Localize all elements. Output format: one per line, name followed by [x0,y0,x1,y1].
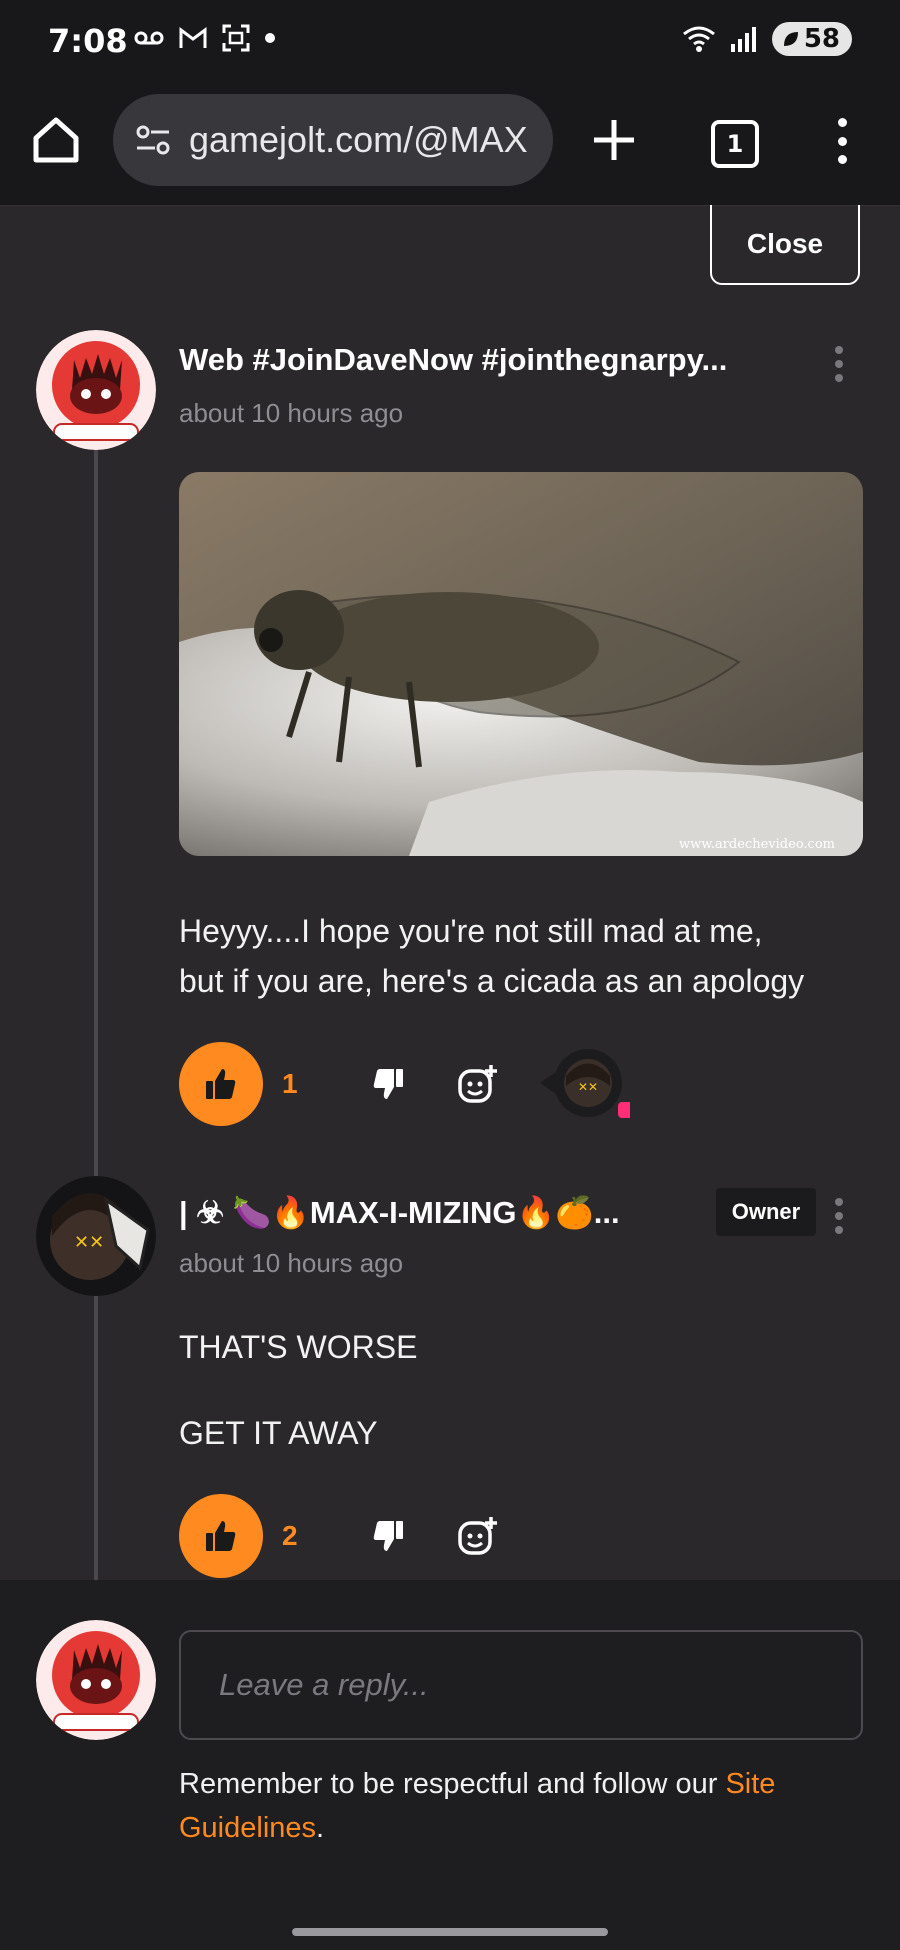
comment-timestamp[interactable]: about 10 hours ago [179,398,403,429]
image-watermark: www.ardechevideo.com [679,837,835,852]
reply-composer: Remember to be respectful and follow our… [0,1580,900,1950]
dislike-button[interactable] [366,1062,410,1106]
avatar[interactable]: ✕✕ [36,1176,156,1296]
voicemail-icon [134,31,164,45]
screenshot-icon [222,24,250,52]
reply-participant-avatar[interactable]: ✕✕ [540,1046,636,1120]
comment-options-icon[interactable] [832,1198,846,1234]
owner-mini-avatar-icon: ✕✕ [540,1049,636,1118]
browser-toolbar: gamejolt.com/@MAX 1 [0,90,900,206]
home-indicator[interactable] [292,1928,608,1936]
dislike-button[interactable] [366,1514,410,1558]
cicada-photo: www.ardechevideo.com [179,472,863,856]
owner-avatar-icon: ✕✕ [36,1176,156,1296]
comment-options-icon[interactable] [832,346,846,382]
like-count[interactable]: 1 [282,1068,298,1100]
battery-indicator: 58 [771,22,852,56]
reply-input[interactable] [179,1630,863,1740]
comment-timestamp[interactable]: about 10 hours ago [179,1248,403,1279]
demon-avatar-icon [36,330,156,450]
comment-author[interactable]: | ☣ 🍆🔥MAX-I-MIZING🔥🍊... [179,1194,699,1231]
tab-switcher-button[interactable]: 1 [711,120,759,168]
notification-icons [134,24,276,52]
tab-count: 1 [726,130,744,158]
dot-icon [265,33,275,43]
guidelines-text: Remember to be respectful and follow our [179,1768,726,1800]
status-time: 7:08 [48,22,128,60]
like-button[interactable] [179,1494,263,1578]
signal-icon [730,27,756,52]
comment-author[interactable]: Web #JoinDaveNow #jointhegnarpy... [179,342,799,378]
add-reaction-button[interactable] [456,1062,500,1106]
demon-avatar-icon [36,1620,156,1740]
add-reaction-button[interactable] [456,1514,500,1558]
status-bar: 7:08 58 [0,0,900,90]
current-user-avatar[interactable] [36,1620,156,1740]
like-button[interactable] [179,1042,263,1126]
address-bar[interactable]: gamejolt.com/@MAX [113,94,553,186]
thumbs-up-icon [206,1069,236,1099]
owner-badge: Owner [716,1188,816,1236]
browser-menu-icon[interactable] [830,118,854,164]
svg-text:✕✕: ✕✕ [74,1232,104,1253]
avatar[interactable] [36,330,156,450]
thread-line [94,420,98,1580]
comment-body-line: THAT'S WORSE [179,1329,418,1365]
thumbs-down-icon [373,1069,403,1099]
site-settings-icon[interactable] [133,120,173,160]
add-emoji-icon [458,1065,497,1103]
cicada-image[interactable]: www.ardechevideo.com [179,472,863,856]
battery-level: 58 [803,24,840,54]
like-count[interactable]: 2 [282,1520,298,1552]
close-button[interactable]: Close [710,205,860,285]
url-text[interactable]: gamejolt.com/@MAX [189,119,528,161]
home-icon[interactable] [30,114,82,166]
thumbs-down-icon [373,1521,403,1551]
guidelines-notice: Remember to be respectful and follow our… [179,1762,879,1850]
svg-text:✕✕: ✕✕ [578,1080,598,1094]
new-tab-icon[interactable] [590,116,638,164]
comment-body-line: GET IT AWAY [179,1415,378,1451]
wifi-icon [682,26,715,52]
leaf-icon [783,32,798,46]
system-icons: 58 [682,22,852,56]
comment-body-line: Heyyy....I hope you're not still mad at … [179,913,763,949]
thumbs-up-icon [206,1521,236,1551]
guidelines-period: . [316,1812,325,1844]
comment-body-line: but if you are, here's a cicada as an ap… [179,963,805,999]
add-emoji-icon [458,1517,497,1555]
gmail-icon [179,27,207,48]
